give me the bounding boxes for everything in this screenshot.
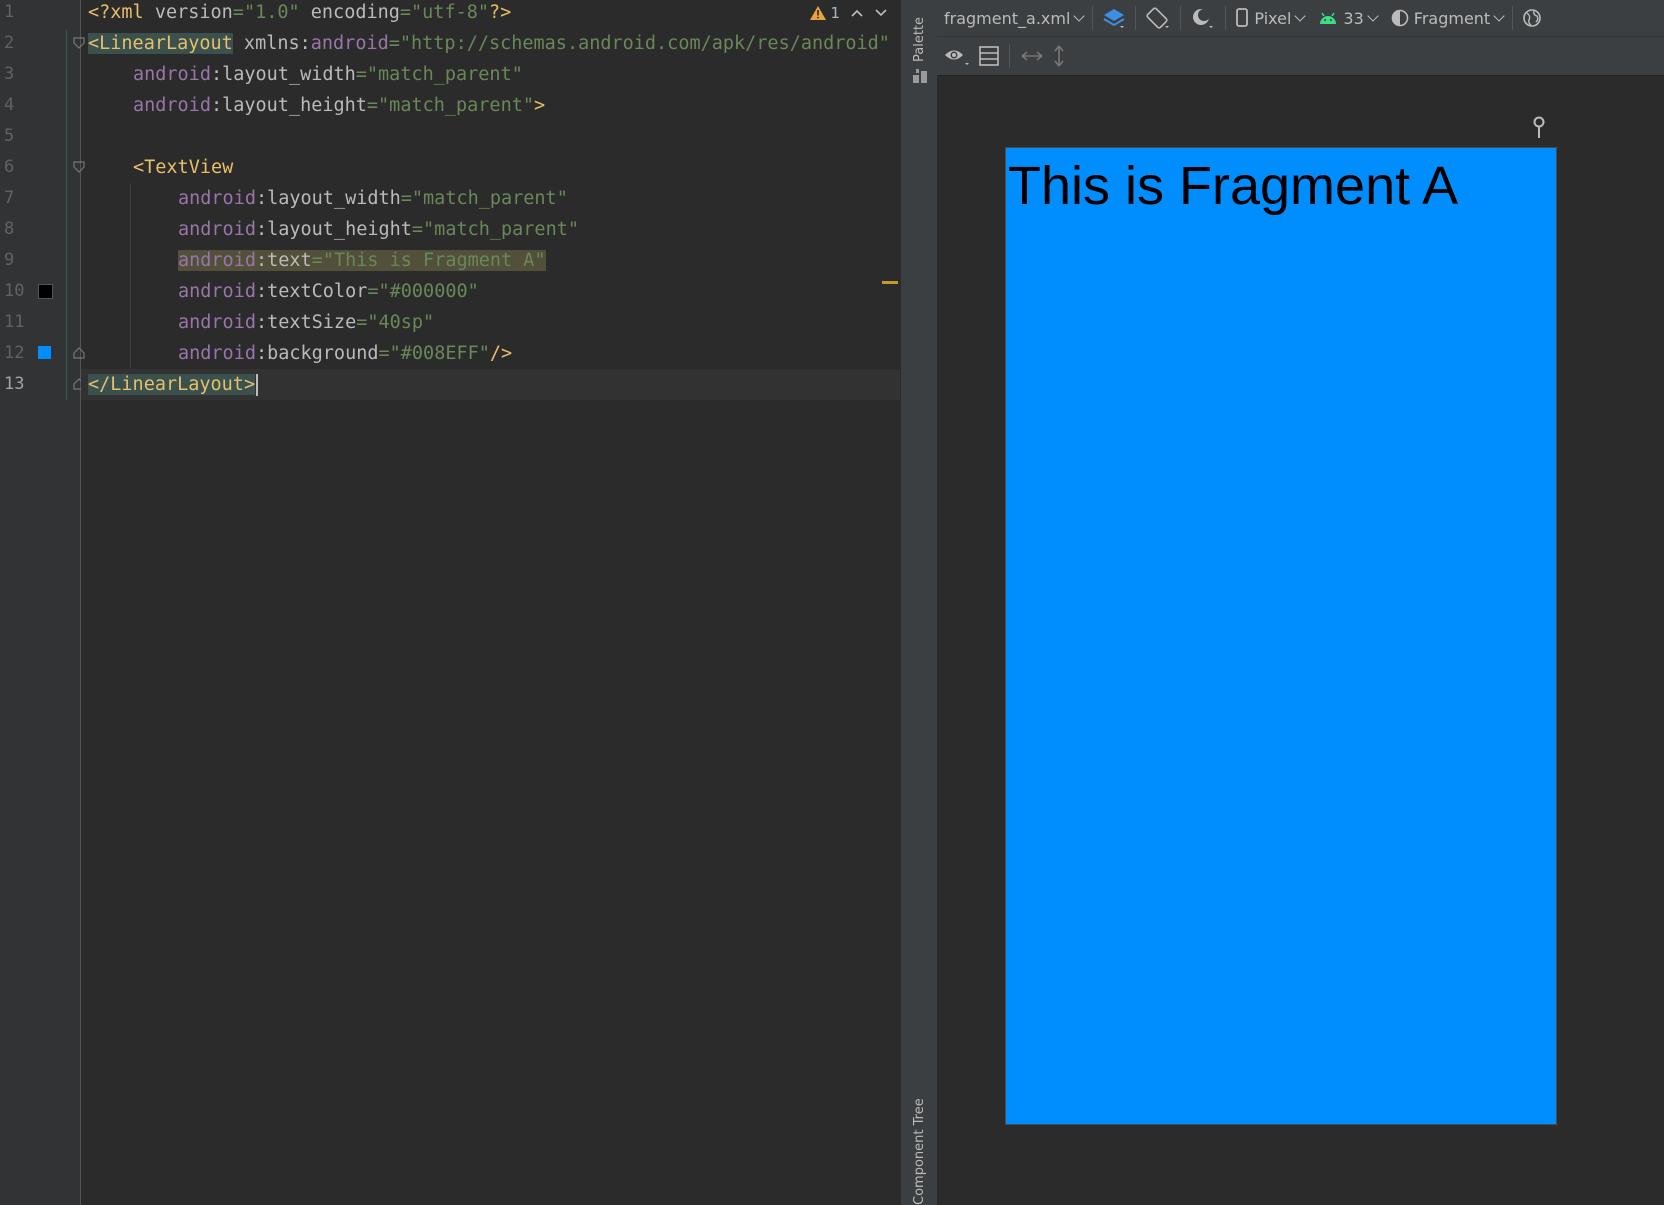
toolbar-separator: [1009, 44, 1010, 68]
eye-icon: [945, 50, 969, 65]
api-level-selector[interactable]: 33: [1311, 0, 1383, 36]
code-line-7[interactable]: android:layout_width="match_parent": [178, 183, 568, 214]
toolbar-separator: [1225, 6, 1227, 30]
line-number: 10: [4, 281, 25, 301]
design-surface-button[interactable]: [1095, 0, 1133, 36]
preview-textview[interactable]: This is Fragment A: [1008, 154, 1458, 218]
theme-icon: [1391, 9, 1409, 27]
horizontal-resize-button[interactable]: [1012, 38, 1052, 74]
error-stripe-marker[interactable]: [882, 281, 898, 284]
orientation-icon: [1146, 7, 1170, 29]
warning-count: 1: [830, 4, 840, 22]
theme-name: Fragment: [1413, 8, 1491, 28]
previous-highlight-icon[interactable]: [850, 8, 864, 18]
blueprint-button[interactable]: [978, 38, 1007, 74]
line-number: 7: [4, 188, 15, 208]
fold-open-icon[interactable]: [73, 161, 85, 173]
toolbar-separator: [1512, 6, 1514, 30]
code-line-10[interactable]: android:textColor="#000000": [178, 276, 479, 307]
code-line-13[interactable]: </LinearLayout>: [81, 369, 900, 400]
design-side-strip: Palette Component Tree: [900, 0, 938, 1205]
code-line-1[interactable]: <?xml version="1.0" encoding="utf-8"?>: [88, 0, 511, 28]
api-level: 33: [1343, 8, 1364, 28]
code-editor[interactable]: 1 2 3 4 5 6 7 8 9 10 11 12 13 <?xml vers…: [0, 0, 900, 1205]
warning-indicator[interactable]: 1: [809, 4, 840, 22]
line-number: 4: [4, 95, 15, 115]
indent-guide: [130, 183, 131, 373]
code-line-4[interactable]: android:layout_height="match_parent">: [133, 90, 545, 121]
chevron-down-icon: [1493, 10, 1505, 22]
design-toolbar-secondary: [937, 37, 1664, 76]
line-number: 1: [4, 2, 15, 22]
toolbar-separator: [1180, 6, 1182, 30]
blueprint-icon: [979, 46, 999, 66]
view-options-button[interactable]: [937, 38, 978, 74]
chevron-down-icon: [1073, 10, 1086, 22]
toolbar-separator: [1135, 6, 1137, 30]
globe-icon: [1523, 9, 1542, 27]
design-panel: fragment_a.xml Pixel 33 Fragment This is…: [937, 0, 1664, 1205]
file-name: fragment_a.xml: [944, 8, 1071, 28]
line-number: 8: [4, 219, 15, 239]
device-icon: [1236, 8, 1249, 27]
scope-indicator: [66, 30, 67, 400]
chevron-down-icon: [1294, 10, 1307, 22]
line-number: 12: [4, 343, 25, 363]
chevron-down-icon: [1367, 10, 1379, 22]
night-mode-icon: [1193, 9, 1214, 28]
vertical-resize-button[interactable]: [1052, 38, 1073, 74]
file-selector[interactable]: fragment_a.xml: [937, 0, 1090, 36]
color-swatch-black[interactable]: [38, 284, 53, 299]
toolbar-separator: [1092, 6, 1094, 30]
next-highlight-icon[interactable]: [874, 8, 888, 18]
inspection-widget[interactable]: 1: [809, 4, 888, 22]
layers-icon: [1103, 9, 1125, 28]
line-number: 11: [4, 312, 25, 332]
line-number: 5: [4, 126, 15, 146]
component-tree-tab[interactable]: Component Tree: [912, 1098, 927, 1205]
fold-open-icon[interactable]: [73, 37, 85, 49]
design-toolbar: fragment_a.xml Pixel 33 Fragment: [937, 0, 1664, 37]
code-line-9[interactable]: android:text="This is Fragment A": [178, 245, 546, 276]
horizontal-resize-icon: [1021, 51, 1043, 61]
line-number: 9: [4, 250, 15, 270]
fold-close-icon[interactable]: [73, 347, 85, 359]
warning-triangle-icon: [810, 6, 827, 20]
pin-icon[interactable]: [1531, 116, 1547, 140]
code-line-11[interactable]: android:textSize="40sp": [178, 307, 434, 338]
line-number: 6: [4, 157, 15, 177]
locale-button[interactable]: [1515, 0, 1549, 36]
palette-tab[interactable]: Palette: [912, 17, 927, 62]
color-swatch-blue[interactable]: [38, 346, 51, 359]
android-icon: [1320, 12, 1337, 24]
editor-gutter: 1 2 3 4 5 6 7 8 9 10 11 12 13: [0, 0, 85, 1205]
code-line-6[interactable]: <TextView: [133, 152, 233, 183]
device-name: Pixel: [1254, 8, 1292, 28]
night-mode-button[interactable]: [1183, 0, 1223, 36]
code-line-12[interactable]: android:background="#008EFF"/>: [178, 338, 512, 369]
line-number: 2: [4, 33, 15, 53]
device-preview[interactable]: This is Fragment A: [1005, 147, 1557, 1125]
vertical-resize-icon: [1054, 45, 1064, 67]
orientation-button[interactable]: [1138, 0, 1178, 36]
code-line-2[interactable]: <LinearLayout xmlns:android="http://sche…: [88, 28, 890, 59]
line-number: 3: [4, 64, 15, 84]
code-line-8[interactable]: android:layout_height="match_parent": [178, 214, 579, 245]
theme-selector[interactable]: Fragment: [1384, 0, 1510, 36]
device-selector[interactable]: Pixel: [1228, 0, 1311, 36]
code-line-3[interactable]: android:layout_width="match_parent": [133, 59, 523, 90]
line-number: 13: [4, 374, 25, 394]
text-caret: [256, 374, 259, 396]
palette-icon: [913, 69, 927, 83]
